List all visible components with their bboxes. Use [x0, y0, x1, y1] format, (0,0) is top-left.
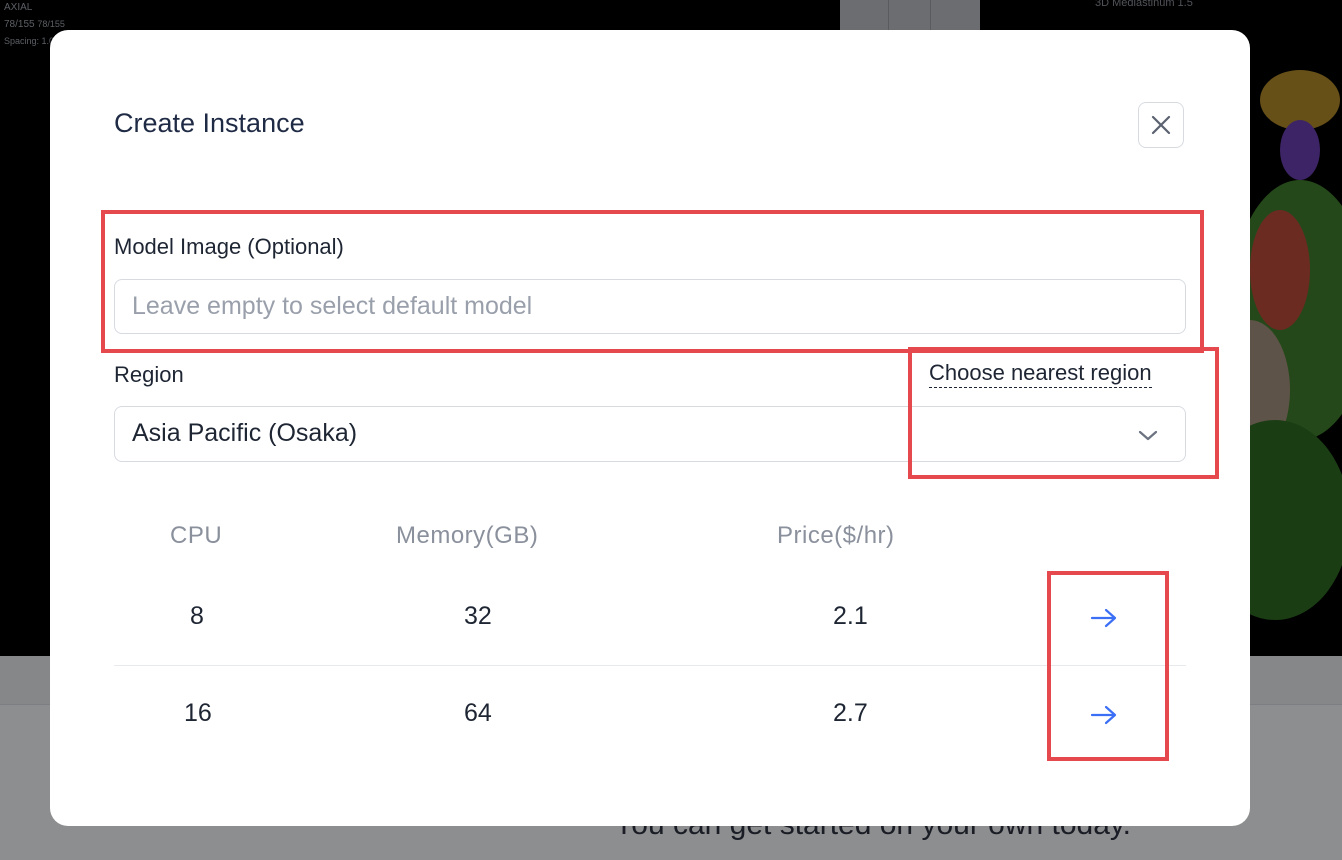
- choose-nearest-region-link[interactable]: Choose nearest region: [929, 360, 1152, 388]
- model-image-input[interactable]: [114, 279, 1186, 334]
- modal-title: Create Instance: [114, 108, 305, 138]
- cpu-cell: 8: [190, 602, 204, 630]
- region-label: Region: [114, 362, 184, 387]
- row-divider: [114, 665, 1186, 666]
- select-instance-button[interactable]: [1084, 695, 1124, 735]
- select-instance-button[interactable]: [1084, 598, 1124, 638]
- create-instance-modal: Create Instance Model Image (Optional) R…: [50, 30, 1250, 826]
- memory-cell: 64: [464, 699, 492, 727]
- region-select[interactable]: Asia Pacific (Osaka): [114, 406, 1186, 462]
- column-header-cpu: CPU: [170, 522, 223, 549]
- price-cell: 2.1: [833, 602, 868, 630]
- arrow-right-icon: [1090, 608, 1117, 628]
- chevron-down-icon: [1138, 430, 1158, 441]
- region-select-value: Asia Pacific (Osaka): [132, 419, 358, 447]
- close-icon: [1151, 115, 1171, 135]
- price-cell: 2.7: [833, 699, 868, 727]
- close-button[interactable]: [1138, 102, 1184, 148]
- memory-cell: 32: [464, 602, 492, 630]
- model-image-label: Model Image (Optional): [114, 234, 344, 259]
- cpu-cell: 16: [184, 699, 212, 727]
- arrow-right-icon: [1090, 705, 1117, 725]
- column-header-memory: Memory(GB): [396, 522, 539, 549]
- column-header-price: Price($/hr): [777, 522, 895, 549]
